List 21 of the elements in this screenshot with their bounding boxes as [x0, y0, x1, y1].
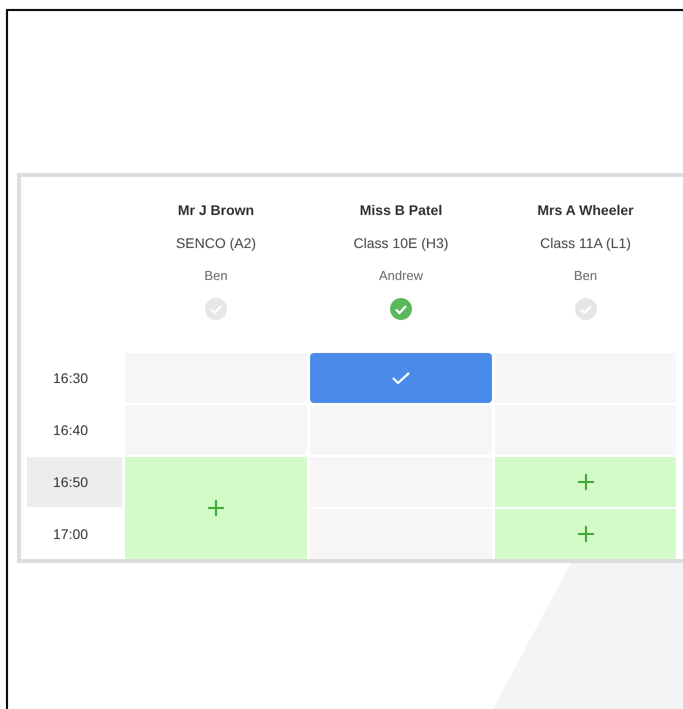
available-slot[interactable]: [495, 457, 676, 507]
time-label: 17:00: [52, 524, 90, 544]
plus-icon: [576, 525, 594, 543]
time-label: 16:50: [27, 457, 122, 507]
time-label: 16:40: [52, 420, 90, 440]
available-slot[interactable]: [495, 509, 676, 559]
class-label: Class 10E (H3): [354, 234, 448, 253]
student-name: Andrew: [378, 267, 424, 285]
available-slot[interactable]: [125, 457, 307, 559]
teacher-name: Miss B Patel: [360, 201, 442, 220]
teacher-name: Mr J Brown: [178, 201, 254, 220]
student-name: Ben: [574, 267, 598, 285]
teacher-name: Mrs A Wheeler: [537, 201, 634, 220]
booked-slot[interactable]: [310, 353, 492, 403]
student-name: Ben: [204, 267, 228, 285]
class-label: SENCO (A2): [176, 234, 256, 253]
class-label: Class 11A (L1): [540, 234, 631, 253]
plus-icon: [207, 499, 225, 517]
check-icon: [391, 371, 411, 385]
time-label: 16:30: [52, 368, 90, 388]
plus-icon: [576, 473, 594, 491]
